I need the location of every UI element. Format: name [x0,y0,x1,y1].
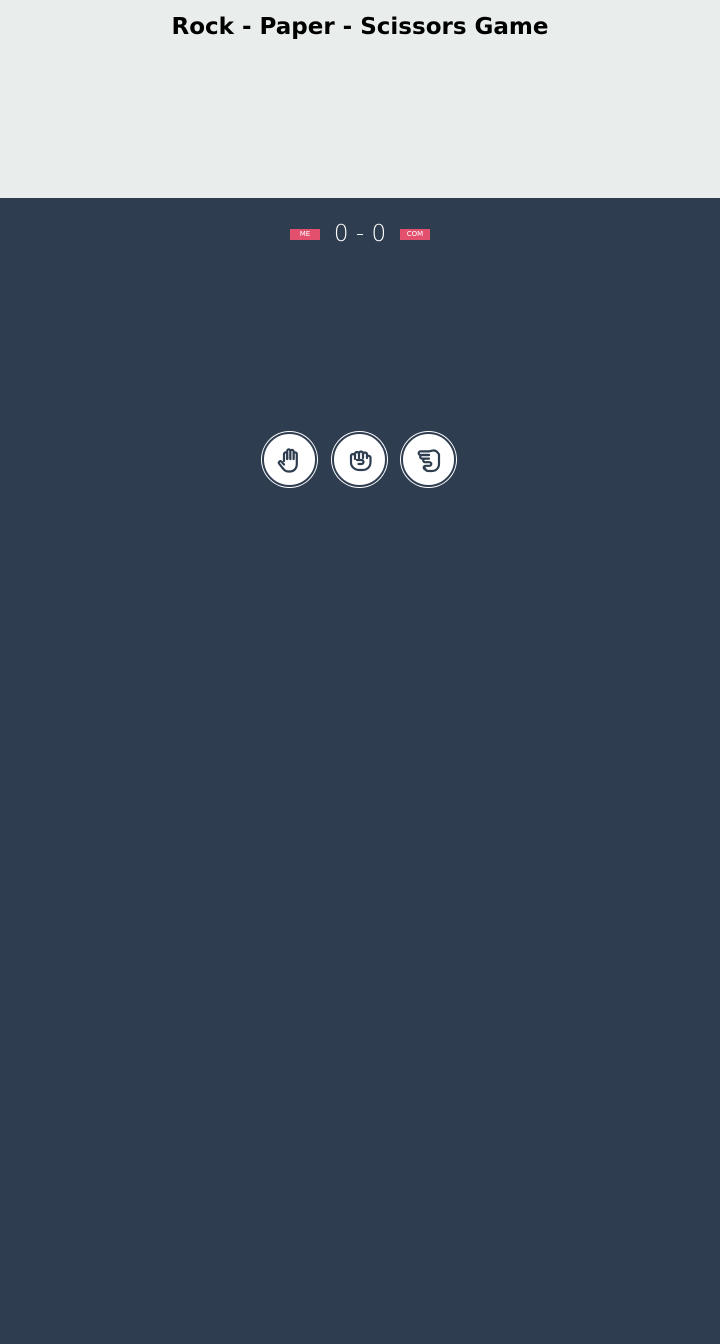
score-display: 0 - 0 [333,221,387,247]
rock-button[interactable] [332,432,387,487]
hand-fist-icon [345,445,375,475]
paper-button[interactable] [262,432,317,487]
game-area: ME 0 - 0 COM [0,198,720,1344]
computer-badge: COM [400,229,430,240]
hand-open-icon [275,445,305,475]
scissors-button[interactable] [401,432,456,487]
page-title: Rock - Paper - Scissors Game [171,14,549,40]
user-badge: ME [290,229,320,240]
hand-scissors-icon [414,445,444,475]
header: Rock - Paper - Scissors Game [0,0,720,198]
